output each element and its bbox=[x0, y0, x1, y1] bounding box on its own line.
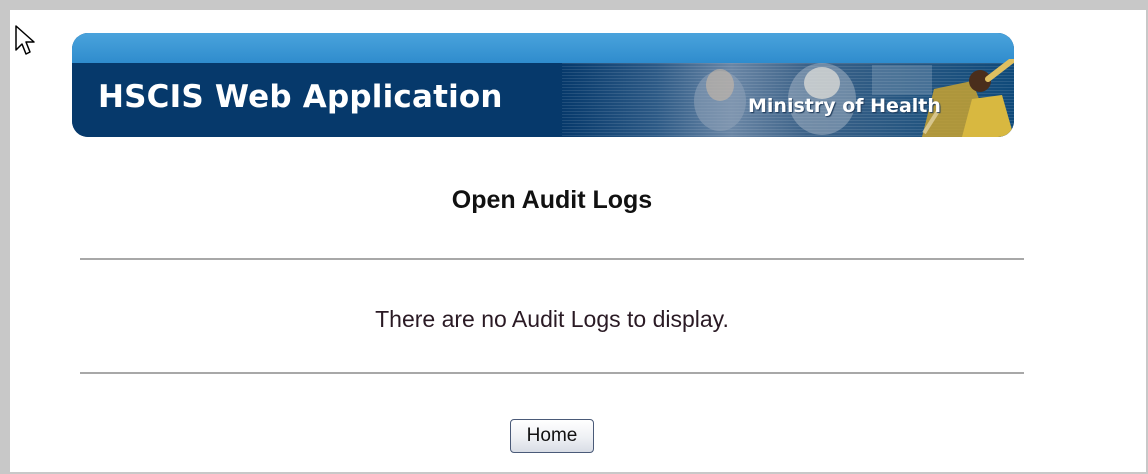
empty-state-message: There are no Audit Logs to display. bbox=[375, 306, 729, 332]
header-banner: HSCIS Web Application Ministry of Health bbox=[72, 33, 1014, 137]
app-title: HSCIS Web Application bbox=[98, 79, 503, 115]
divider-bottom bbox=[80, 372, 1024, 374]
home-button[interactable]: Home bbox=[510, 419, 594, 453]
divider-top bbox=[80, 258, 1024, 260]
ministry-label: Ministry of Health bbox=[748, 95, 941, 117]
arrow-cursor-icon bbox=[15, 25, 35, 55]
page-title: Open Audit Logs bbox=[451, 186, 653, 214]
